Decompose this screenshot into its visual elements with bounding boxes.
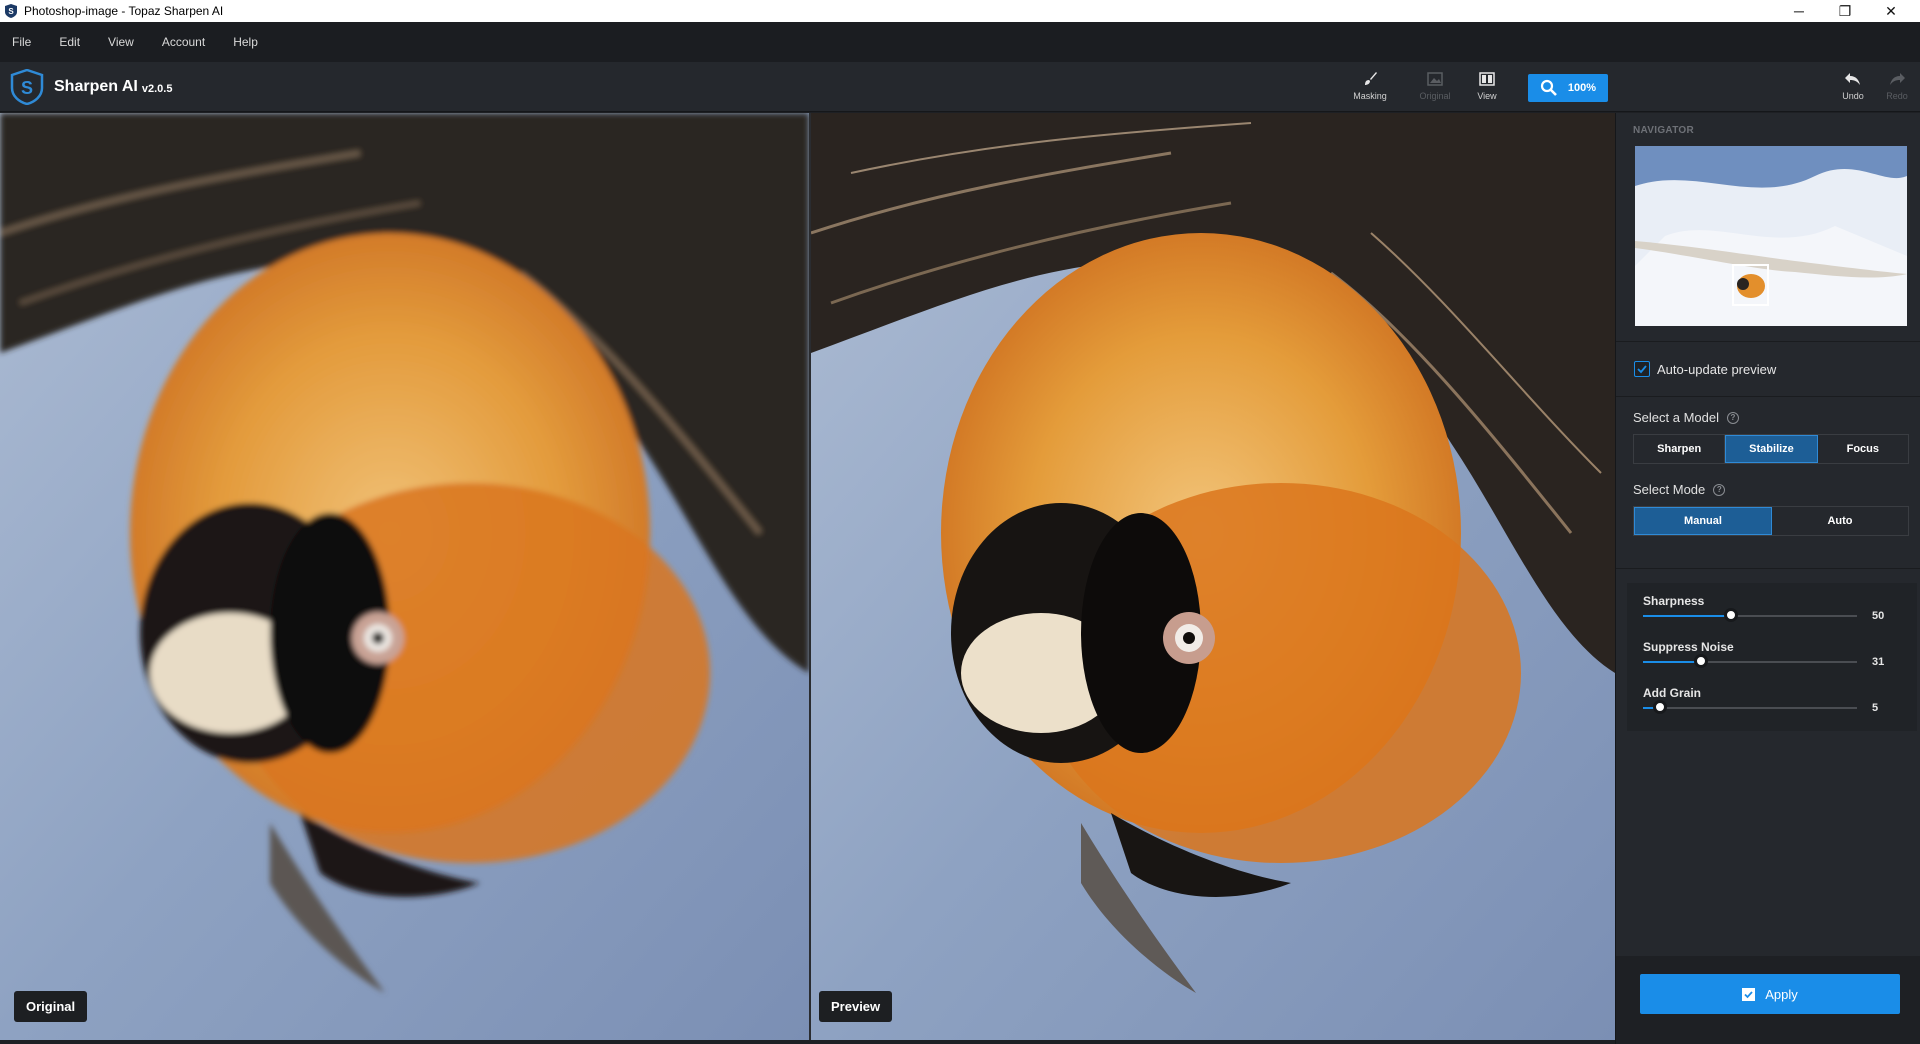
add-grain-handle[interactable] <box>1653 700 1668 714</box>
svg-text:S: S <box>8 7 14 16</box>
original-button[interactable]: Original <box>1413 70 1457 101</box>
navigator-viewport-box[interactable] <box>1732 264 1769 306</box>
menu-view[interactable]: View <box>108 35 134 49</box>
mode-option-auto[interactable]: Auto <box>1772 507 1908 535</box>
menu-account[interactable]: Account <box>162 35 205 49</box>
redo-label: Redo <box>1886 91 1908 101</box>
separator <box>1616 341 1920 342</box>
model-heading-text: Select a Model <box>1633 410 1719 425</box>
image-icon <box>1427 72 1443 86</box>
view-button[interactable]: View <box>1465 70 1509 101</box>
preview-image-panel[interactable]: Preview <box>811 113 1615 1040</box>
sharpness-slider[interactable] <box>1643 608 1857 622</box>
suppress-noise-handle[interactable] <box>1693 654 1708 668</box>
undo-icon <box>1845 73 1860 85</box>
vulture-photo-preview <box>811 113 1615 1040</box>
window-title: Photoshop-image - Topaz Sharpen AI <box>24 4 224 18</box>
navigator-image <box>1635 146 1907 326</box>
settings-sidebar: NAVIGATOR Auto-update preview Select a M… <box>1615 113 1920 1044</box>
redo-icon <box>1890 73 1905 85</box>
magnifier-icon <box>1540 79 1557 96</box>
menu-help[interactable]: Help <box>233 35 258 49</box>
masking-button[interactable]: Masking <box>1348 70 1392 101</box>
brush-icon <box>1365 72 1377 85</box>
original-image-panel[interactable]: Original <box>0 113 809 1040</box>
auto-update-checkbox[interactable] <box>1634 361 1650 377</box>
add-grain-label: Add Grain <box>1643 686 1702 700</box>
menu-edit[interactable]: Edit <box>59 35 80 49</box>
checkmark-icon <box>1637 365 1647 374</box>
minimize-button[interactable]: ─ <box>1776 0 1822 22</box>
vulture-photo-original <box>0 113 809 1040</box>
undo-label: Undo <box>1842 91 1864 101</box>
sharpness-label: Sharpness <box>1643 594 1705 608</box>
sharpness-fill <box>1643 615 1731 617</box>
navigator-label: NAVIGATOR <box>1633 125 1695 136</box>
menu-file[interactable]: File <box>12 35 31 49</box>
topaz-app-icon: S <box>5 4 17 18</box>
close-button[interactable]: ✕ <box>1868 0 1914 22</box>
add-grain-value: 5 <box>1872 702 1879 714</box>
add-grain-slider[interactable] <box>1643 700 1857 714</box>
auto-update-row[interactable]: Auto-update preview <box>1634 361 1776 377</box>
help-icon[interactable]: ? <box>1727 411 1739 424</box>
brand: S Sharpen AI v2.0.5 <box>10 69 172 105</box>
view-label: View <box>1477 91 1497 101</box>
apply-button[interactable]: Apply <box>1640 974 1900 1014</box>
zoom-button[interactable]: 100% <box>1528 74 1608 102</box>
masking-label: Masking <box>1353 91 1387 101</box>
suppress-noise-slider[interactable] <box>1643 654 1857 668</box>
model-heading: Select a Model ? <box>1633 410 1739 425</box>
split-view-icon <box>1479 72 1495 86</box>
sharpness-handle[interactable] <box>1723 608 1738 622</box>
redo-button[interactable]: Redo <box>1875 70 1919 101</box>
apply-label: Apply <box>1765 986 1798 1002</box>
suppress-noise-label: Suppress Noise <box>1643 640 1734 654</box>
original-label: Original <box>1419 91 1451 101</box>
mode-selector: Manual Auto <box>1633 506 1909 536</box>
model-option-focus[interactable]: Focus <box>1817 435 1908 463</box>
window-titlebar: S Photoshop-image - Topaz Sharpen AI ─ ❐… <box>0 0 1920 22</box>
zoom-value: 100% <box>1567 82 1597 94</box>
help-icon[interactable]: ? <box>1713 483 1726 496</box>
undo-button[interactable]: Undo <box>1831 70 1875 101</box>
preview-tag: Preview <box>819 991 893 1022</box>
mode-option-manual[interactable]: Manual <box>1634 507 1772 535</box>
sliders-panel: Sharpness 50 Suppress Noise 31 Add Grain… <box>1627 583 1917 731</box>
mode-heading-text: Select Mode <box>1633 482 1706 497</box>
svg-text:S: S <box>21 78 33 98</box>
model-selector: Sharpen Stabilize Focus <box>1633 434 1909 464</box>
menu-bar: File Edit View Account Help <box>0 22 1920 62</box>
sharpness-value: 50 <box>1872 610 1885 622</box>
model-option-sharpen[interactable]: Sharpen <box>1634 435 1726 463</box>
apply-area: Apply <box>1616 956 1920 1044</box>
auto-update-label: Auto-update preview <box>1657 361 1777 377</box>
toolbar: S Sharpen AI v2.0.5 Masking Original Vie… <box>0 62 1920 112</box>
restore-button[interactable]: ❐ <box>1822 0 1868 22</box>
app-version: v2.0.5 <box>141 82 173 95</box>
separator <box>1616 568 1920 569</box>
separator <box>1616 396 1920 397</box>
original-tag: Original <box>14 991 88 1022</box>
navigator-thumbnail[interactable] <box>1635 146 1907 326</box>
apply-check-icon <box>1742 987 1756 1001</box>
sharpen-ai-logo-icon: S <box>10 69 44 105</box>
suppress-noise-value: 31 <box>1872 656 1885 668</box>
model-option-stabilize[interactable]: Stabilize <box>1725 435 1818 463</box>
mode-heading: Select Mode ? <box>1633 482 1726 497</box>
app-name: Sharpen AI <box>54 78 138 95</box>
suppress-noise-fill <box>1643 661 1701 663</box>
